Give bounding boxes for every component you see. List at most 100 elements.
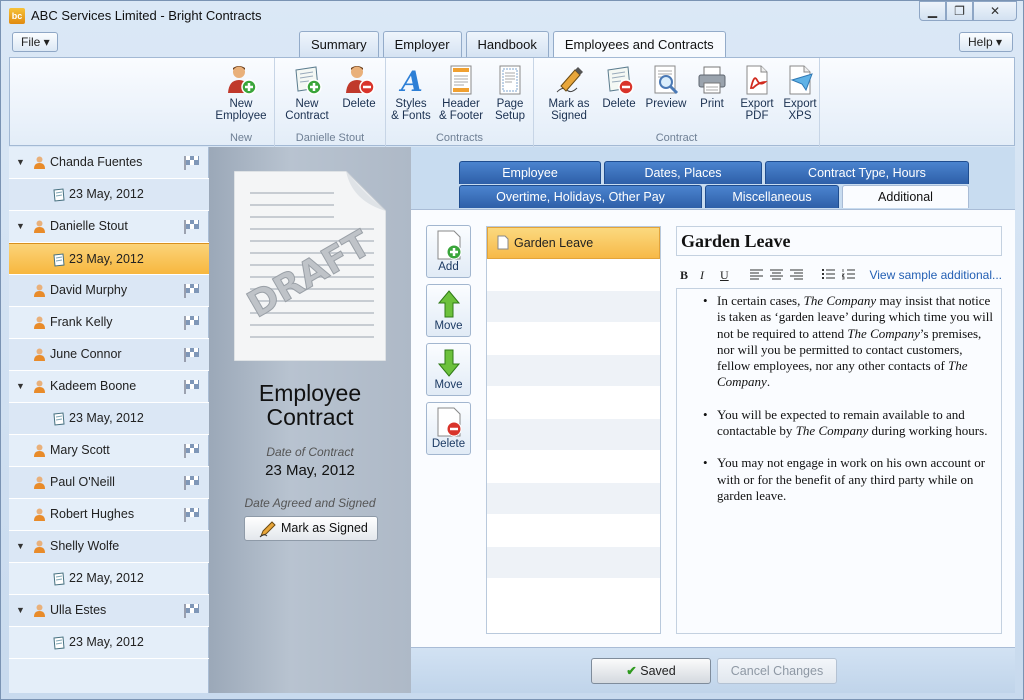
page-setup-button[interactable]: Page Setup	[490, 64, 530, 122]
clause-text-editor[interactable]: In certain cases, The Company may insist…	[676, 288, 1002, 634]
print-button[interactable]: Print	[692, 64, 732, 110]
bold-button[interactable]: B	[680, 268, 688, 283]
title-bar: bc ABC Services Limited - Bright Contrac…	[1, 1, 1023, 29]
flag-icon[interactable]	[183, 315, 200, 330]
tree-item-robert-hughes[interactable]: Robert Hughes	[9, 499, 209, 531]
list-item[interactable]	[487, 419, 660, 451]
tree-item-contract-selected[interactable]: 23 May, 2012	[9, 243, 209, 275]
numbered-list-icon[interactable]	[842, 269, 855, 280]
list-item[interactable]	[487, 451, 660, 483]
expand-arrow-icon[interactable]: ▼	[16, 371, 25, 402]
align-center-icon[interactable]	[770, 269, 783, 280]
tree-item-paul-oneill[interactable]: Paul O'Neill	[9, 467, 209, 499]
ribbon-group-label: Contracts	[435, 132, 484, 144]
expand-arrow-icon[interactable]: ▼	[16, 531, 25, 562]
styles-icon: A	[398, 65, 423, 96]
close-button[interactable]: ✕	[973, 1, 1017, 21]
tree-item-contract[interactable]: 23 May, 2012	[9, 403, 209, 435]
flag-icon[interactable]	[183, 155, 200, 170]
expand-arrow-icon[interactable]: ▼	[16, 211, 25, 242]
tree-item-mary-scott[interactable]: Mary Scott	[9, 435, 209, 467]
list-item[interactable]	[487, 579, 660, 611]
tab-contract-type-hours[interactable]: Contract Type, Hours	[765, 161, 969, 184]
list-item[interactable]	[487, 547, 660, 579]
view-sample-link[interactable]: View sample additional...	[869, 268, 1002, 282]
delete-clause-button[interactable]: Delete	[426, 402, 471, 455]
export-xps-button[interactable]: Export XPS	[780, 64, 820, 122]
tree-item-frank-kelly[interactable]: Frank Kelly	[9, 307, 209, 339]
list-item[interactable]	[487, 259, 660, 291]
pdf-icon	[746, 65, 768, 95]
help-menu-button[interactable]: Help ▾	[959, 32, 1013, 52]
new-contract-button[interactable]: New Contract	[279, 64, 335, 122]
cancel-changes-button[interactable]: Cancel Changes	[717, 658, 837, 684]
bullet-list-icon[interactable]	[822, 269, 835, 280]
tree-item-june-connor[interactable]: June Connor	[9, 339, 209, 371]
saved-button[interactable]: ✔ Saved	[591, 658, 711, 684]
tree-item-contract[interactable]: 23 May, 2012	[9, 627, 209, 659]
tab-employees-and-contracts[interactable]: Employees and Contracts	[552, 31, 726, 59]
list-item[interactable]	[487, 483, 660, 515]
list-item[interactable]	[487, 355, 660, 387]
flag-icon[interactable]	[183, 443, 200, 458]
tab-summary[interactable]: Summary	[299, 31, 379, 58]
styles-fonts-button[interactable]: A Styles & Fonts	[389, 64, 433, 122]
preview-button[interactable]: Preview	[642, 64, 690, 110]
tab-employer[interactable]: Employer	[382, 31, 462, 58]
flag-icon[interactable]	[183, 507, 200, 522]
ribbon-label: & Fonts	[391, 110, 431, 122]
export-pdf-button[interactable]: Export PDF	[734, 64, 780, 122]
move-up-button[interactable]: Move	[426, 284, 471, 337]
list-item[interactable]	[487, 323, 660, 355]
flag-icon[interactable]	[183, 283, 200, 298]
delete-employee-button[interactable]: Delete	[335, 64, 383, 110]
expand-arrow-icon[interactable]: ▼	[16, 595, 25, 626]
tree-item-danielle-stout[interactable]: ▼ Danielle Stout	[9, 211, 209, 243]
tab-additional[interactable]: Additional	[842, 185, 969, 208]
move-down-button[interactable]: Move	[426, 343, 471, 396]
clause-item-garden-leave[interactable]: Garden Leave	[487, 227, 660, 259]
tree-item-kadeem-boone[interactable]: ▼ Kadeem Boone	[9, 371, 209, 403]
flag-icon[interactable]	[183, 603, 200, 618]
tree-item-contract[interactable]: 23 May, 2012	[9, 179, 209, 211]
delete-contract-button[interactable]: Delete	[596, 64, 642, 110]
tree-item-david-murphy[interactable]: David Murphy	[9, 275, 209, 307]
tab-overtime-holidays[interactable]: Overtime, Holidays, Other Pay	[459, 185, 702, 208]
list-item[interactable]	[487, 387, 660, 419]
expand-arrow-icon[interactable]: ▼	[16, 147, 25, 178]
tree-item-shelly-wolfe[interactable]: ▼ Shelly Wolfe	[9, 531, 209, 563]
align-right-icon[interactable]	[790, 269, 803, 280]
maximize-button[interactable]: ❐	[946, 1, 973, 21]
italic-button[interactable]: I	[700, 268, 704, 283]
flag-icon[interactable]	[183, 219, 200, 234]
mark-as-signed-ribbon-button[interactable]: Mark as Signed	[544, 64, 594, 122]
underline-button[interactable]: U	[720, 268, 729, 283]
clause-label: Garden Leave	[514, 236, 594, 250]
list-item[interactable]	[487, 515, 660, 547]
svg-text:A: A	[398, 65, 423, 96]
header-footer-button[interactable]: Header & Footer	[436, 64, 486, 122]
tab-dates-places[interactable]: Dates, Places	[604, 161, 762, 184]
file-menu-button[interactable]: File ▾	[12, 32, 58, 52]
tree-item-chanda-fuentes[interactable]: ▼ Chanda Fuentes	[9, 147, 209, 179]
clause-title-input[interactable]: Garden Leave	[676, 226, 1002, 256]
flag-icon[interactable]	[183, 475, 200, 490]
new-employee-button[interactable]: New Employee	[208, 64, 274, 122]
tab-handbook[interactable]: Handbook	[465, 31, 549, 58]
tree-item-contract[interactable]: 22 May, 2012	[9, 563, 209, 595]
mark-as-signed-button[interactable]: Mark as Signed	[244, 516, 378, 541]
flag-icon[interactable]	[183, 347, 200, 362]
add-clause-button[interactable]: Add	[426, 225, 471, 278]
contract-icon	[53, 572, 65, 586]
tree-item-ulla-estes[interactable]: ▼ Ulla Estes	[9, 595, 209, 627]
tab-employee[interactable]: Employee	[459, 161, 601, 184]
header-footer-icon	[450, 65, 472, 95]
tab-miscellaneous[interactable]: Miscellaneous	[705, 185, 839, 208]
flag-icon[interactable]	[183, 379, 200, 394]
align-left-icon[interactable]	[750, 269, 763, 280]
tree-item-label: Robert Hughes	[50, 507, 135, 521]
ribbon-label: Delete	[342, 98, 376, 110]
list-item[interactable]	[487, 291, 660, 323]
minimize-button[interactable]: ▁	[919, 1, 946, 21]
ribbon-label: Setup	[494, 110, 526, 122]
